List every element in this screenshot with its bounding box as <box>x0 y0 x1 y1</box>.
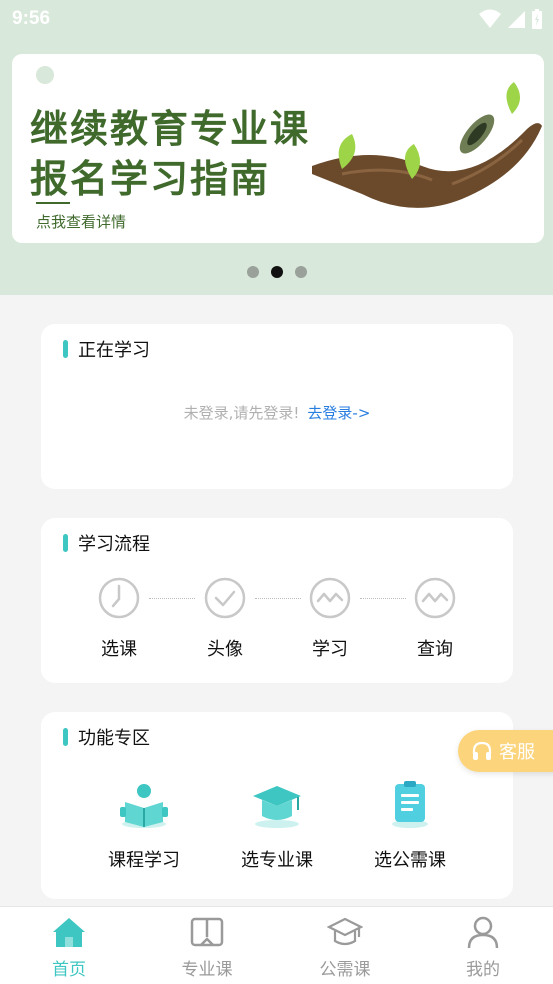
functions-card: 功能专区 课程学习 选专业课 选公需课 <box>41 712 513 899</box>
flow-steps: 选课 头像 学习 查询 <box>41 576 513 676</box>
tab-label: 公需课 <box>319 960 371 980</box>
reading-person-icon <box>120 784 168 828</box>
section-accent-bar <box>63 728 68 746</box>
flow-step-label: 学习 <box>312 639 348 660</box>
flow-header: 学习流程 <box>63 530 150 556</box>
wifi-icon <box>479 9 501 28</box>
clock-icon <box>98 577 140 619</box>
status-bar: 9:56 <box>0 0 553 38</box>
flow-step-study[interactable]: 学习 <box>290 576 370 661</box>
graduation-cap-icon <box>326 917 364 946</box>
carousel-dot[interactable] <box>246 266 259 278</box>
studying-title: 正在学习 <box>78 340 150 361</box>
headphones-icon <box>472 741 492 760</box>
customer-service-button[interactable]: 客服 <box>458 730 553 772</box>
wave-circle-icon <box>414 577 456 619</box>
carousel-dot-active[interactable] <box>270 266 283 278</box>
banner-title-line1: 继续教育专业课 <box>30 106 311 151</box>
tab-label: 首页 <box>52 960 86 980</box>
wave-circle-icon <box>309 577 351 619</box>
flow-card: 学习流程 选课 头像 学习 查询 <box>41 518 513 683</box>
flow-step-label: 头像 <box>207 639 243 660</box>
login-link[interactable]: 去登录-> <box>307 404 370 422</box>
carousel-indicators <box>0 266 553 278</box>
section-accent-bar <box>63 340 68 358</box>
functions-header: 功能专区 <box>63 724 150 750</box>
tab-label: 我的 <box>466 960 500 980</box>
banner-decoration-dot <box>36 66 54 84</box>
flow-step-label: 选课 <box>101 639 137 660</box>
tab-mine[interactable]: 我的 <box>433 915 533 980</box>
function-select-major-course[interactable]: 选专业课 <box>207 780 347 872</box>
status-icons <box>479 8 543 30</box>
tab-label: 专业课 <box>181 960 233 980</box>
flow-step-select-course[interactable]: 选课 <box>79 576 159 661</box>
banner-guide[interactable]: 继续教育专业课 报名学习指南 点我查看详情 <box>12 54 544 243</box>
banner-detail-link[interactable]: 点我查看详情 <box>36 211 126 232</box>
tab-major-course[interactable]: 专业课 <box>157 915 257 980</box>
banner-divider <box>36 202 70 204</box>
function-label: 课程学习 <box>108 850 180 871</box>
flow-title: 学习流程 <box>78 534 150 555</box>
functions-title: 功能专区 <box>78 728 150 749</box>
function-label: 选专业课 <box>241 850 313 871</box>
carousel-dot[interactable] <box>294 266 307 278</box>
status-time: 9:56 <box>12 8 51 29</box>
branch-illustration <box>312 82 542 208</box>
login-message: 未登录,请先登录! 去登录-> <box>41 402 513 423</box>
not-logged-text: 未登录,请先登录! <box>183 404 300 422</box>
flow-step-query[interactable]: 查询 <box>395 576 475 661</box>
signal-icon <box>508 11 525 28</box>
book-icon <box>190 917 224 947</box>
person-icon <box>467 916 499 949</box>
function-select-public-course[interactable]: 选公需课 <box>340 780 480 872</box>
bottom-tab-bar: 首页 专业课 公需课 我的 <box>0 906 553 984</box>
home-icon <box>53 918 85 947</box>
function-label: 选公需课 <box>374 850 446 871</box>
tab-public-course[interactable]: 公需课 <box>295 915 395 980</box>
customer-service-label: 客服 <box>499 742 535 763</box>
studying-header: 正在学习 <box>63 336 150 362</box>
battery-icon <box>532 9 542 29</box>
flow-step-label: 查询 <box>417 639 453 660</box>
flow-step-avatar[interactable]: 头像 <box>185 576 265 661</box>
studying-card: 正在学习 未登录,请先登录! 去登录-> <box>41 324 513 489</box>
graduation-cap-icon <box>253 786 301 828</box>
document-list-icon <box>392 781 428 828</box>
check-circle-icon <box>204 577 246 619</box>
banner-title-line2: 报名学习指南 <box>30 156 271 201</box>
function-course-study[interactable]: 课程学习 <box>74 780 214 872</box>
tab-home[interactable]: 首页 <box>19 915 119 980</box>
section-accent-bar <box>63 534 68 552</box>
